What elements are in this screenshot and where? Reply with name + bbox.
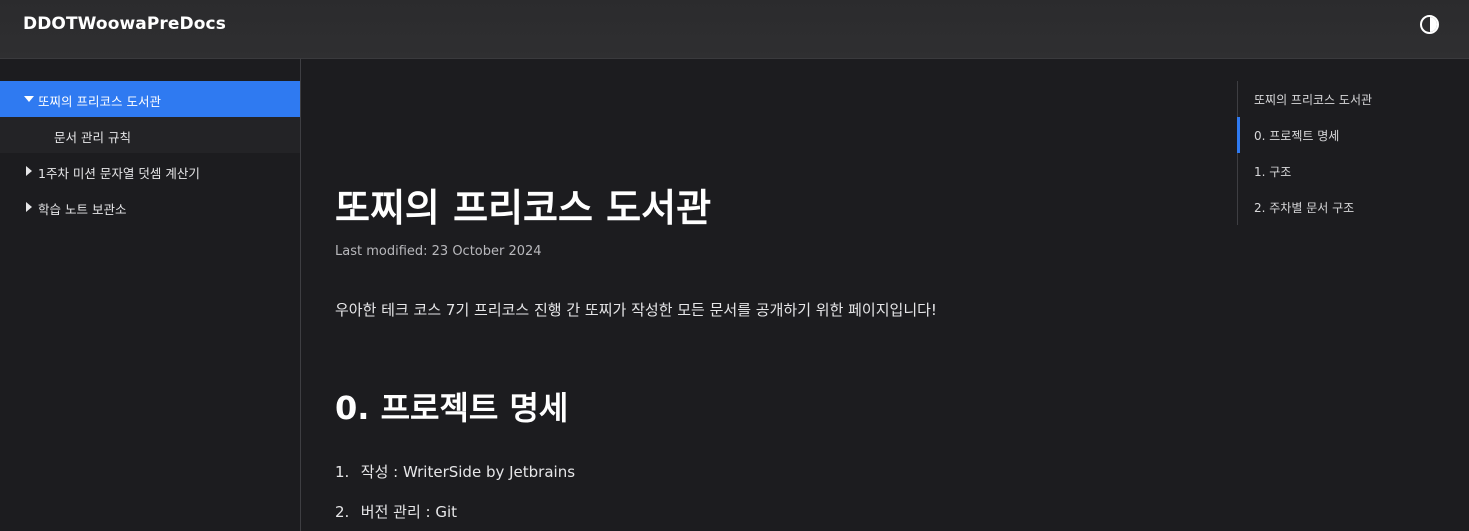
chevron-right-icon	[26, 202, 32, 212]
page-title: 또찌의 프리코스 도서관	[335, 186, 712, 230]
last-modified-date: Last modified: 23 October 2024	[335, 244, 542, 259]
toc-active-indicator	[1237, 117, 1240, 153]
intro-paragraph: 우아한 테크 코스 7기 프리코스 진행 간 또찌가 작성한 모든 문서를 공개…	[335, 301, 937, 319]
toc-item-structure[interactable]: 1. 구조	[1238, 153, 1458, 189]
sidebar-item-label: 1주차 미션 문자열 덧셈 계산기	[38, 166, 200, 181]
chevron-right-icon	[26, 166, 32, 176]
sidebar-item-doc-rules[interactable]: 문서 관리 규칙	[0, 117, 300, 153]
list-item-number: 1.	[335, 463, 350, 481]
sidebar-item-week1-mission[interactable]: 1주차 미션 문자열 덧셈 계산기	[0, 153, 300, 189]
theme-toggle-icon[interactable]	[1420, 15, 1439, 34]
table-of-contents: 또찌의 프리코스 도서관 0. 프로젝트 명세 1. 구조 2. 주차별 문서 …	[1237, 81, 1457, 225]
toc-item-project-spec[interactable]: 0. 프로젝트 명세	[1237, 117, 1458, 153]
sidebar-nav: 또찌의 프리코스 도서관 문서 관리 규칙 1주차 미션 문자열 덧셈 계산기 …	[0, 59, 301, 531]
list-item: 1. 작성 : WriterSide by Jetbrains	[335, 461, 575, 482]
theme-toggle-fill	[1429, 17, 1437, 32]
sidebar-item-label: 학습 노트 보관소	[38, 202, 127, 217]
top-header: DDOTWoowaPreDocs	[0, 0, 1469, 59]
toc-item-weekly-docs[interactable]: 2. 주차별 문서 구조	[1238, 189, 1458, 225]
toc-item-library[interactable]: 또찌의 프리코스 도서관	[1238, 81, 1458, 117]
toc-item-label: 1. 구조	[1254, 165, 1292, 179]
list-item-text: 버전 관리 : Git	[360, 503, 458, 521]
sidebar-item-label: 또찌의 프리코스 도서관	[38, 94, 161, 109]
toc-item-label: 0. 프로젝트 명세	[1254, 129, 1340, 143]
toc-item-label: 또찌의 프리코스 도서관	[1254, 93, 1373, 107]
list-item: 2. 버전 관리 : Git	[335, 501, 457, 522]
sidebar-item-label: 문서 관리 규칙	[54, 130, 131, 145]
section-heading-project-spec: 0. 프로젝트 명세	[335, 389, 569, 427]
sidebar-item-library[interactable]: 또찌의 프리코스 도서관	[0, 81, 300, 117]
main-content: 또찌의 프리코스 도서관 Last modified: 23 October 2…	[335, 59, 1215, 531]
sidebar-item-study-notes[interactable]: 학습 노트 보관소	[0, 189, 300, 225]
list-item-text: 작성 : WriterSide by Jetbrains	[360, 463, 576, 481]
toc-item-label: 2. 주차별 문서 구조	[1254, 201, 1355, 215]
chevron-down-icon	[24, 96, 34, 102]
site-title[interactable]: DDOTWoowaPreDocs	[23, 14, 226, 34]
list-item-number: 2.	[335, 503, 350, 521]
